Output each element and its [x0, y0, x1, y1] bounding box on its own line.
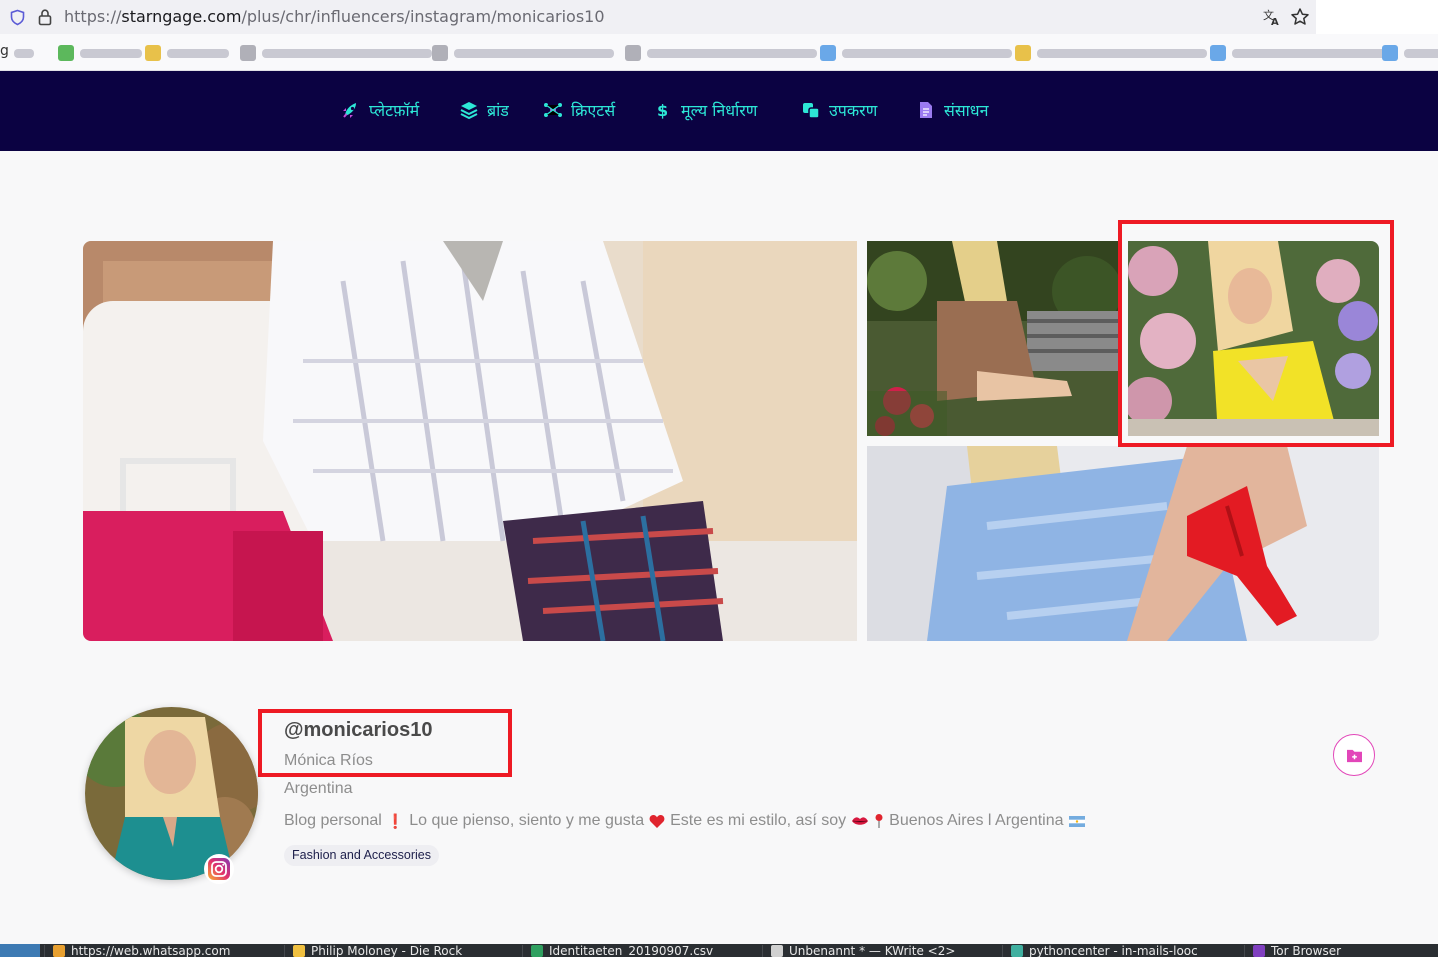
- bookmark-item[interactable]: [1015, 44, 1207, 62]
- nav-item-brands[interactable]: ब्रांड: [459, 99, 509, 121]
- url-path: /plus/chr/influencers/instagram/monicari…: [241, 7, 605, 26]
- add-to-folder-button[interactable]: [1333, 734, 1375, 776]
- bookmark-favicon-icon: [1382, 45, 1398, 61]
- bookmark-favicon-icon: [625, 45, 641, 61]
- dollar-icon: $: [657, 101, 668, 120]
- nav-item-tools[interactable]: उपकरण: [801, 99, 877, 121]
- avatar-image: [85, 707, 258, 880]
- svg-text:A: A: [1271, 17, 1279, 27]
- bookmark-item[interactable]: [58, 44, 142, 62]
- nav-label: मूल्य निर्धारण: [681, 101, 758, 120]
- url-prefix: https://: [64, 7, 122, 26]
- gallery-photo-4[interactable]: [867, 446, 1379, 641]
- taskbar-task-label: Unbenannt * — KWrite <2>: [789, 944, 956, 957]
- gallery-photo-2[interactable]: [867, 241, 1118, 436]
- rocket-icon: [343, 103, 356, 118]
- gallery-photo-main[interactable]: [83, 241, 857, 641]
- taskbar-task[interactable]: Identitaeten_20190907.csv: [522, 944, 714, 957]
- taskbar-task[interactable]: Philip Moloney - Die Rock: [284, 944, 463, 957]
- highlight-box-photo: [1118, 220, 1394, 447]
- bookmark-favicon-icon: [58, 45, 74, 61]
- taskbar-task-label: Identitaeten_20190907.csv: [549, 944, 714, 957]
- photo-image: [867, 446, 1379, 641]
- bio-text: Buenos Aires l Argentina: [889, 812, 1064, 829]
- url-host: starngage.com: [121, 7, 242, 26]
- nav-item-platform[interactable]: प्लेटफ़ॉर्म: [341, 99, 419, 121]
- app-icon: [531, 945, 543, 957]
- bookmark-item[interactable]: [1382, 44, 1438, 62]
- taskbar-start-button[interactable]: [0, 944, 40, 957]
- nav-label: उपकरण: [829, 101, 878, 120]
- app-icon: [1253, 945, 1265, 957]
- bookmark-favicon-icon: [145, 45, 161, 61]
- bio-text: Este es mi estilo, así soy: [670, 812, 847, 829]
- taskbar-task-label: Tor Browser: [1271, 944, 1342, 957]
- nav-item-resources[interactable]: संसाधन: [916, 99, 989, 121]
- bookmark-item[interactable]: [1210, 44, 1392, 62]
- network-icon: [544, 103, 562, 117]
- folder-plus-icon: [1346, 749, 1362, 762]
- browser-url-bar[interactable]: https://starngage.com/plus/chr/influence…: [0, 0, 1316, 34]
- nav-item-pricing[interactable]: $ मूल्य निर्धारण: [653, 99, 757, 121]
- site-navigation: प्लेटफ़ॉर्म ब्रांड क्रिएटर्स $ मूल्य निर…: [0, 71, 1438, 151]
- shield-icon[interactable]: [9, 9, 26, 26]
- toolbar-extension-area: [1316, 0, 1438, 34]
- bookmark-item[interactable]: [820, 44, 1012, 62]
- tools-icon: [803, 103, 820, 119]
- profile-full-name: Mónica Ríos: [284, 752, 373, 769]
- argentina-flag-icon: [1068, 815, 1085, 827]
- app-icon: [771, 945, 783, 957]
- nav-label: क्रिएटर्स: [571, 101, 616, 120]
- taskbar-task[interactable]: pythoncenter - in-mails-looc: [1002, 944, 1198, 957]
- bookmark-fragment: g: [0, 43, 9, 59]
- nav-label: संसाधन: [944, 101, 989, 120]
- bookmark-favicon-icon: [1210, 45, 1226, 61]
- kiss-lips-icon: [852, 817, 869, 825]
- taskbar-task[interactable]: https://web.whatsapp.com: [44, 944, 231, 957]
- translate-icon[interactable]: 文 A: [1262, 8, 1281, 27]
- taskbar-task-label: pythoncenter - in-mails-looc: [1029, 944, 1198, 957]
- bookmark-favicon-icon: [820, 45, 836, 61]
- taskbar-task-label: Philip Moloney - Die Rock: [311, 944, 463, 957]
- category-tag[interactable]: Fashion and Accessories: [284, 845, 439, 866]
- photo-image: [867, 241, 1118, 436]
- bookmark-favicon-icon: [1015, 45, 1031, 61]
- nav-label: ब्रांड: [487, 101, 509, 120]
- taskbar-task[interactable]: Tor Browser: [1244, 944, 1342, 957]
- lock-icon: [38, 9, 52, 26]
- profile-country: Argentina: [284, 780, 353, 797]
- app-icon: [293, 945, 305, 957]
- avatar[interactable]: [85, 707, 258, 880]
- bio-text: Lo que pienso, siento y me gusta: [409, 812, 645, 829]
- bookmark-star-icon[interactable]: [1290, 7, 1310, 27]
- app-icon: [53, 945, 65, 957]
- taskbar-task[interactable]: Unbenannt * — KWrite <2>: [762, 944, 956, 957]
- exclamation-icon: ❗: [386, 812, 405, 829]
- bio-text: Blog personal: [284, 812, 382, 829]
- bookmark-item[interactable]: [432, 44, 614, 62]
- svg-text:$: $: [657, 101, 668, 120]
- url-text[interactable]: https://starngage.com/plus/chr/influence…: [64, 7, 605, 26]
- bookmark-item[interactable]: [14, 44, 34, 62]
- taskbar-task-label: https://web.whatsapp.com: [71, 944, 231, 957]
- instagram-icon: [204, 854, 234, 884]
- bookmark-favicon-icon: [240, 45, 256, 61]
- heart-icon: [649, 814, 665, 828]
- nav-item-creators[interactable]: क्रिएटर्स: [543, 99, 615, 121]
- bookmark-item[interactable]: [625, 44, 817, 62]
- profile-bio: Blog personal ❗ Lo que pienso, siento y …: [284, 812, 1085, 830]
- pushpin-icon: [875, 814, 883, 828]
- nav-label: प्लेटफ़ॉर्म: [369, 101, 420, 120]
- bookmark-favicon-icon: [432, 45, 448, 61]
- bookmark-item[interactable]: [240, 44, 432, 62]
- bookmark-item[interactable]: [145, 44, 229, 62]
- app-icon: [1011, 945, 1023, 957]
- layers-icon: [460, 102, 478, 120]
- photo-image: [83, 241, 857, 641]
- profile-handle: @monicarios10: [284, 719, 433, 741]
- document-icon: [920, 102, 932, 118]
- bookmarks-bar: g: [0, 34, 1438, 71]
- os-taskbar: https://web.whatsapp.com Philip Moloney …: [0, 944, 1438, 957]
